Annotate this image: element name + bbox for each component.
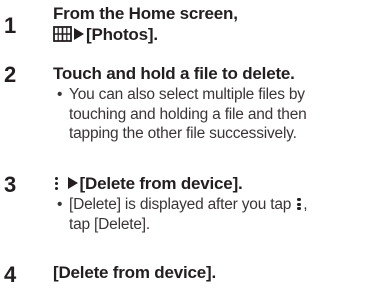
step-title: Touch and hold a file to delete. <box>53 64 295 83</box>
note-line-2: touching and holding a file and then <box>69 105 307 123</box>
right-triangle-icon <box>67 177 78 189</box>
step-title-link: [Photos]. <box>86 25 158 44</box>
bullet: • <box>57 86 63 103</box>
step-note: • [Delete] is displayed after you tap , … <box>53 195 369 234</box>
step-number: 3 <box>4 172 17 197</box>
step-title: From the Home screen, <box>53 4 238 23</box>
note-line-1: [Delete] is displayed after you tap , <box>69 195 369 215</box>
step-title-text: [Delete from device]. <box>79 174 243 193</box>
step-number: 2 <box>4 62 17 87</box>
right-triangle-icon <box>74 28 84 40</box>
note-line-3: tapping the other file successively. <box>69 125 297 142</box>
more-vertical-icon <box>295 197 303 211</box>
step-number: 1 <box>4 13 17 38</box>
step-title: [Delete from device]. <box>53 173 369 194</box>
step-number: 4 <box>4 262 17 287</box>
step-title: [Delete from device]. <box>53 263 217 282</box>
note-line-1: You can also select multiple files by <box>69 86 305 103</box>
note-line-2: tap [Delete]. <box>69 215 150 233</box>
more-vertical-icon <box>53 176 61 191</box>
step-note: • You can also select multiple files by … <box>53 85 369 144</box>
bullet: • <box>57 196 63 213</box>
step-title-line-2: [Photos]. <box>53 24 369 47</box>
apps-grid-icon <box>53 26 72 47</box>
note-text-end: , <box>303 196 308 213</box>
instructions-page: 1 From the Home screen, [Photos]. 2 Touc… <box>0 0 371 290</box>
note-text: [Delete] is displayed after you tap <box>69 196 292 213</box>
